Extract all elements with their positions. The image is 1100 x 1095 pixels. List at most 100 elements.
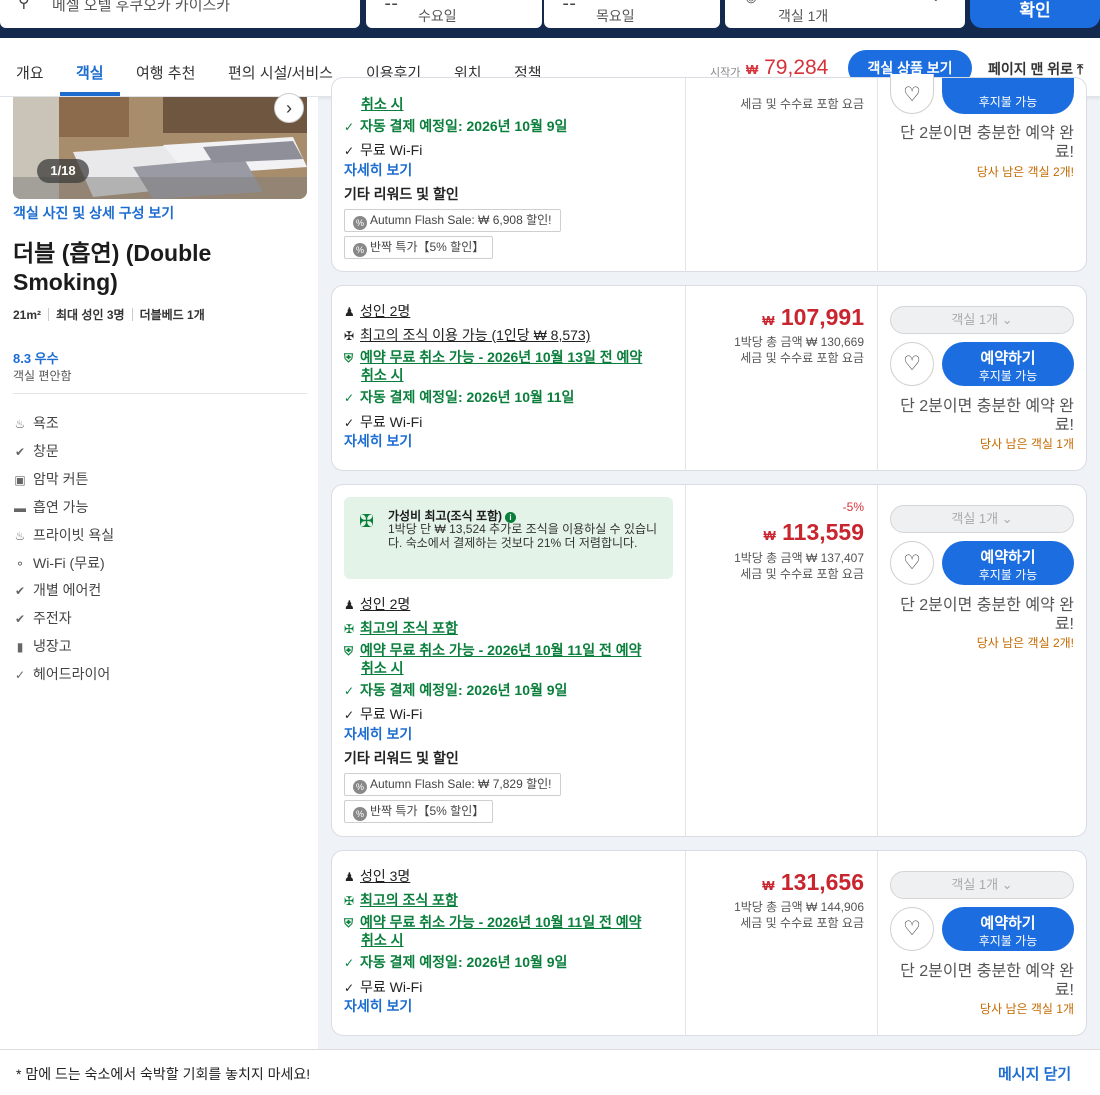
heart-icon[interactable]: ♡ <box>890 907 934 951</box>
destination-field[interactable]: ⚲ 메셀 오텔 후쿠오카 카이즈카 <box>0 0 360 28</box>
tax-note: 세금 및 수수료 포함 요금 <box>740 97 864 111</box>
check-icon: ✓ <box>344 391 355 405</box>
confirm-button[interactable]: 확인 <box>970 0 1100 28</box>
fridge-icon: ▮ <box>16 640 24 654</box>
discount-badge: -5% <box>842 500 864 514</box>
column-divider <box>877 286 878 471</box>
offer-price: ₩ 131,656 <box>762 869 864 896</box>
details-link[interactable]: 자세히 보기 <box>344 431 412 451</box>
details-link[interactable]: 자세히 보기 <box>344 996 412 1016</box>
payment-text: 자동 결제 예정일: 2026년 10월 9일 <box>360 118 568 134</box>
back-to-top-link[interactable]: 페이지 맨 위로 ⤒ <box>988 59 1083 79</box>
occupancy: ♟ 성인 2명 <box>344 301 410 321</box>
column-divider <box>877 851 878 1036</box>
occupancy-text: 성인 3명 <box>360 868 411 884</box>
room-photo[interactable]: 1/18 <box>13 97 307 199</box>
cutlery-icon: ✠ <box>344 622 355 636</box>
cancel-policy-tail: 취소 시 <box>361 365 404 385</box>
offer-card: 취소 시 ✓ 자동 결제 예정일: 2026년 10월 9일 ✓ 무료 Wi-Fi … <box>331 74 1087 272</box>
check-icon: ✓ <box>344 120 355 134</box>
close-message-button[interactable]: 메시지 닫기 <box>998 1063 1071 1084</box>
breakfast-text: 최고의 조식 포함 <box>360 892 458 908</box>
breakfast-text: 최고의 조식 이용 가능 (1인당 ₩ 8,573) <box>360 327 591 343</box>
tab-overview[interactable]: 개요 <box>16 62 44 83</box>
details-link[interactable]: 자세히 보기 <box>344 160 412 180</box>
tax-note: 세금 및 수수료 포함 요금 <box>740 567 864 581</box>
room-size: 21m² <box>13 308 42 322</box>
amenity-hairdryer: ✓ 헤어드라이어 <box>13 664 110 684</box>
book-button[interactable]: 후지불 가능 <box>942 78 1074 114</box>
check-icon: ✓ <box>344 416 355 430</box>
rooms-count: 객실 1개 <box>778 8 829 24</box>
heart-icon[interactable]: ♡ <box>890 74 934 114</box>
amenity-label: 흡연 가능 <box>33 499 89 515</box>
currency-symbol: ₩ <box>762 878 775 893</box>
details-link[interactable]: 자세히 보기 <box>344 724 412 744</box>
book-button[interactable]: 예약하기 후지불 가능 <box>942 907 1074 951</box>
check-icon: ✓ <box>14 668 26 682</box>
price-value: 113,559 <box>782 519 864 545</box>
room-quantity-select[interactable]: 객실 1개 ⌄ <box>890 505 1074 533</box>
room-quantity-select[interactable]: 객실 1개 ⌄ <box>890 871 1074 899</box>
payment-text: 자동 결제 예정일: 2026년 10월 9일 <box>360 682 568 698</box>
tax-note: 세금 및 수수료 포함 요금 <box>740 351 864 365</box>
checkout-field[interactable]: ☷ 목요일 <box>544 0 720 28</box>
tab-amenities[interactable]: 편의 시설/서비스 <box>228 62 333 83</box>
amenity-label: 개별 에어컨 <box>33 582 102 598</box>
amenity-label: 창문 <box>33 443 59 459</box>
payment-date: ✓ 자동 결제 예정일: 2026년 10월 9일 <box>344 952 567 972</box>
next-photo-arrow-icon[interactable]: › <box>274 93 304 123</box>
total-price: 1박당 총 금액 ₩ 144,906 <box>734 900 864 914</box>
other-rewards-heading: 기타 리워드 및 할인 <box>344 186 459 202</box>
offer-price: ₩ 113,559 <box>763 519 864 546</box>
cancel-policy-tail: 취소 시 <box>361 94 404 114</box>
active-tab-indicator <box>60 92 120 96</box>
amenity-label: 헤어드라이어 <box>33 666 111 682</box>
cancel-policy-tail: 취소 시 <box>361 930 404 950</box>
chevron-down-icon: ⌄ <box>1001 511 1013 526</box>
book-button[interactable]: 예약하기 후지불 가능 <box>942 342 1074 386</box>
cancel-policy: ⛨ 예약 무료 취소 가능 - 2026년 10월 11일 전 예약 <box>344 640 642 660</box>
tab-recommendations[interactable]: 여행 추천 <box>136 62 195 83</box>
checkout-day: 목요일 <box>596 8 635 24</box>
cutlery-icon: ✠ <box>344 329 355 343</box>
amenity-label: 주전자 <box>33 610 72 626</box>
value-deal-box: ✠ 가성비 최고(조식 포함) i 1박당 단 ₩ 13,524 추가로 조식을 … <box>344 497 673 579</box>
breakfast-text: 최고의 조식 포함 <box>360 620 458 636</box>
shield-check-icon: ⛨ <box>344 644 354 658</box>
tab-rooms[interactable]: 객실 <box>76 62 104 83</box>
heart-icon[interactable]: ♡ <box>890 541 934 585</box>
currency-symbol: ₩ <box>746 62 759 77</box>
book-label: 예약하기 <box>980 549 1036 566</box>
value-deal-text: 1박당 단 ₩ 13,524 추가로 조식을 이용하실 수 있습니다. 숙소에서… <box>388 522 658 550</box>
destination-text: 메셀 오텔 후쿠오카 카이즈카 <box>52 0 231 14</box>
room-bed: 더블베드 1개 <box>139 308 205 322</box>
review-score[interactable]: 8.3 우수 <box>13 348 59 367</box>
check-circle-icon: ✔ <box>14 612 26 626</box>
wifi-feature: ✓ 무료 Wi-Fi <box>344 704 422 724</box>
amenity-label: Wi-Fi (무료) <box>33 555 105 571</box>
breakfast-option: ✠ 최고의 조식 포함 <box>344 618 458 638</box>
shield-check-icon: ⛨ <box>344 916 354 930</box>
people-icon: ☺ <box>743 0 759 8</box>
calendar-out-icon: ☷ <box>562 0 577 9</box>
room-photos-link[interactable]: 객실 사진 및 상세 구성 보기 <box>13 203 174 223</box>
total-price: 1박당 총 금액 ₩ 130,669 <box>734 335 864 349</box>
checkin-field[interactable]: ☷ 수요일 <box>366 0 542 28</box>
room-title: 더블 (흡연) (Double Smoking) <box>13 240 212 295</box>
book-button[interactable]: 예약하기 후지불 가능 <box>942 541 1074 585</box>
promo-badge: % Autumn Flash Sale: ₩ 7,829 할인! <box>344 773 561 796</box>
book-sub-label: 후지불 가능 <box>978 934 1038 948</box>
chevron-down-icon: ⌄ <box>1001 877 1013 892</box>
rooms-left: 당사 남은 객실 1개 <box>980 1002 1074 1016</box>
room-photo-image <box>13 97 307 199</box>
breakfast-option: ✠ 최고의 조식 이용 가능 (1인당 ₩ 8,573) <box>344 325 590 345</box>
person-icon: ♟ <box>344 598 355 612</box>
quick-booking-note: 단 2분이면 충분한 예약 완료! <box>900 597 1074 633</box>
room-quantity-select[interactable]: 객실 1개 ⌄ <box>890 306 1074 334</box>
room-select-value: 객실 1개 <box>951 877 999 892</box>
heart-icon[interactable]: ♡ <box>890 342 934 386</box>
other-rewards-heading: 기타 리워드 및 할인 <box>344 750 459 766</box>
guests-field[interactable]: ☺ 객실 1개 ⌄ <box>725 0 965 28</box>
column-divider <box>685 78 686 272</box>
